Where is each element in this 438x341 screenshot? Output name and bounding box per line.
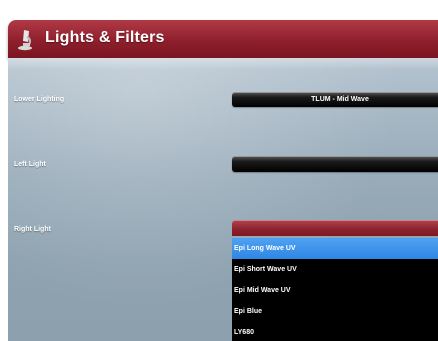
- right-light-dropdown-list: Epi Long Wave UV Epi Short Wave UV Epi M…: [232, 238, 438, 341]
- lower-lighting-label: Lower Lighting: [14, 96, 65, 103]
- panel-highlight: [8, 58, 438, 70]
- right-light-label: Right Light: [14, 226, 51, 233]
- dropdown-option-epi-blue[interactable]: Epi Blue: [232, 301, 438, 322]
- right-light-select[interactable]: [232, 220, 438, 236]
- title-bar: Lights & Filters: [8, 20, 438, 58]
- dropdown-option-epi-mid-wave-uv[interactable]: Epi Mid Wave UV: [232, 280, 438, 301]
- dropdown-option-ly680[interactable]: LY680: [232, 322, 438, 341]
- left-light-label: Left Light: [14, 161, 46, 168]
- dropdown-option-epi-long-wave-uv[interactable]: Epi Long Wave UV: [232, 238, 438, 259]
- lower-lighting-select[interactable]: TLUM - Mid Wave: [232, 92, 438, 107]
- settings-panel: Lower Lighting TLUM - Mid Wave Left Ligh…: [8, 58, 438, 341]
- lights-filters-screen: Lights & Filters Lower Lighting TLUM - M…: [0, 0, 438, 341]
- dropdown-option-epi-short-wave-uv[interactable]: Epi Short Wave UV: [232, 259, 438, 280]
- left-light-select[interactable]: [232, 156, 438, 172]
- microscope-icon: [16, 27, 38, 51]
- page-title: Lights & Filters: [45, 29, 165, 46]
